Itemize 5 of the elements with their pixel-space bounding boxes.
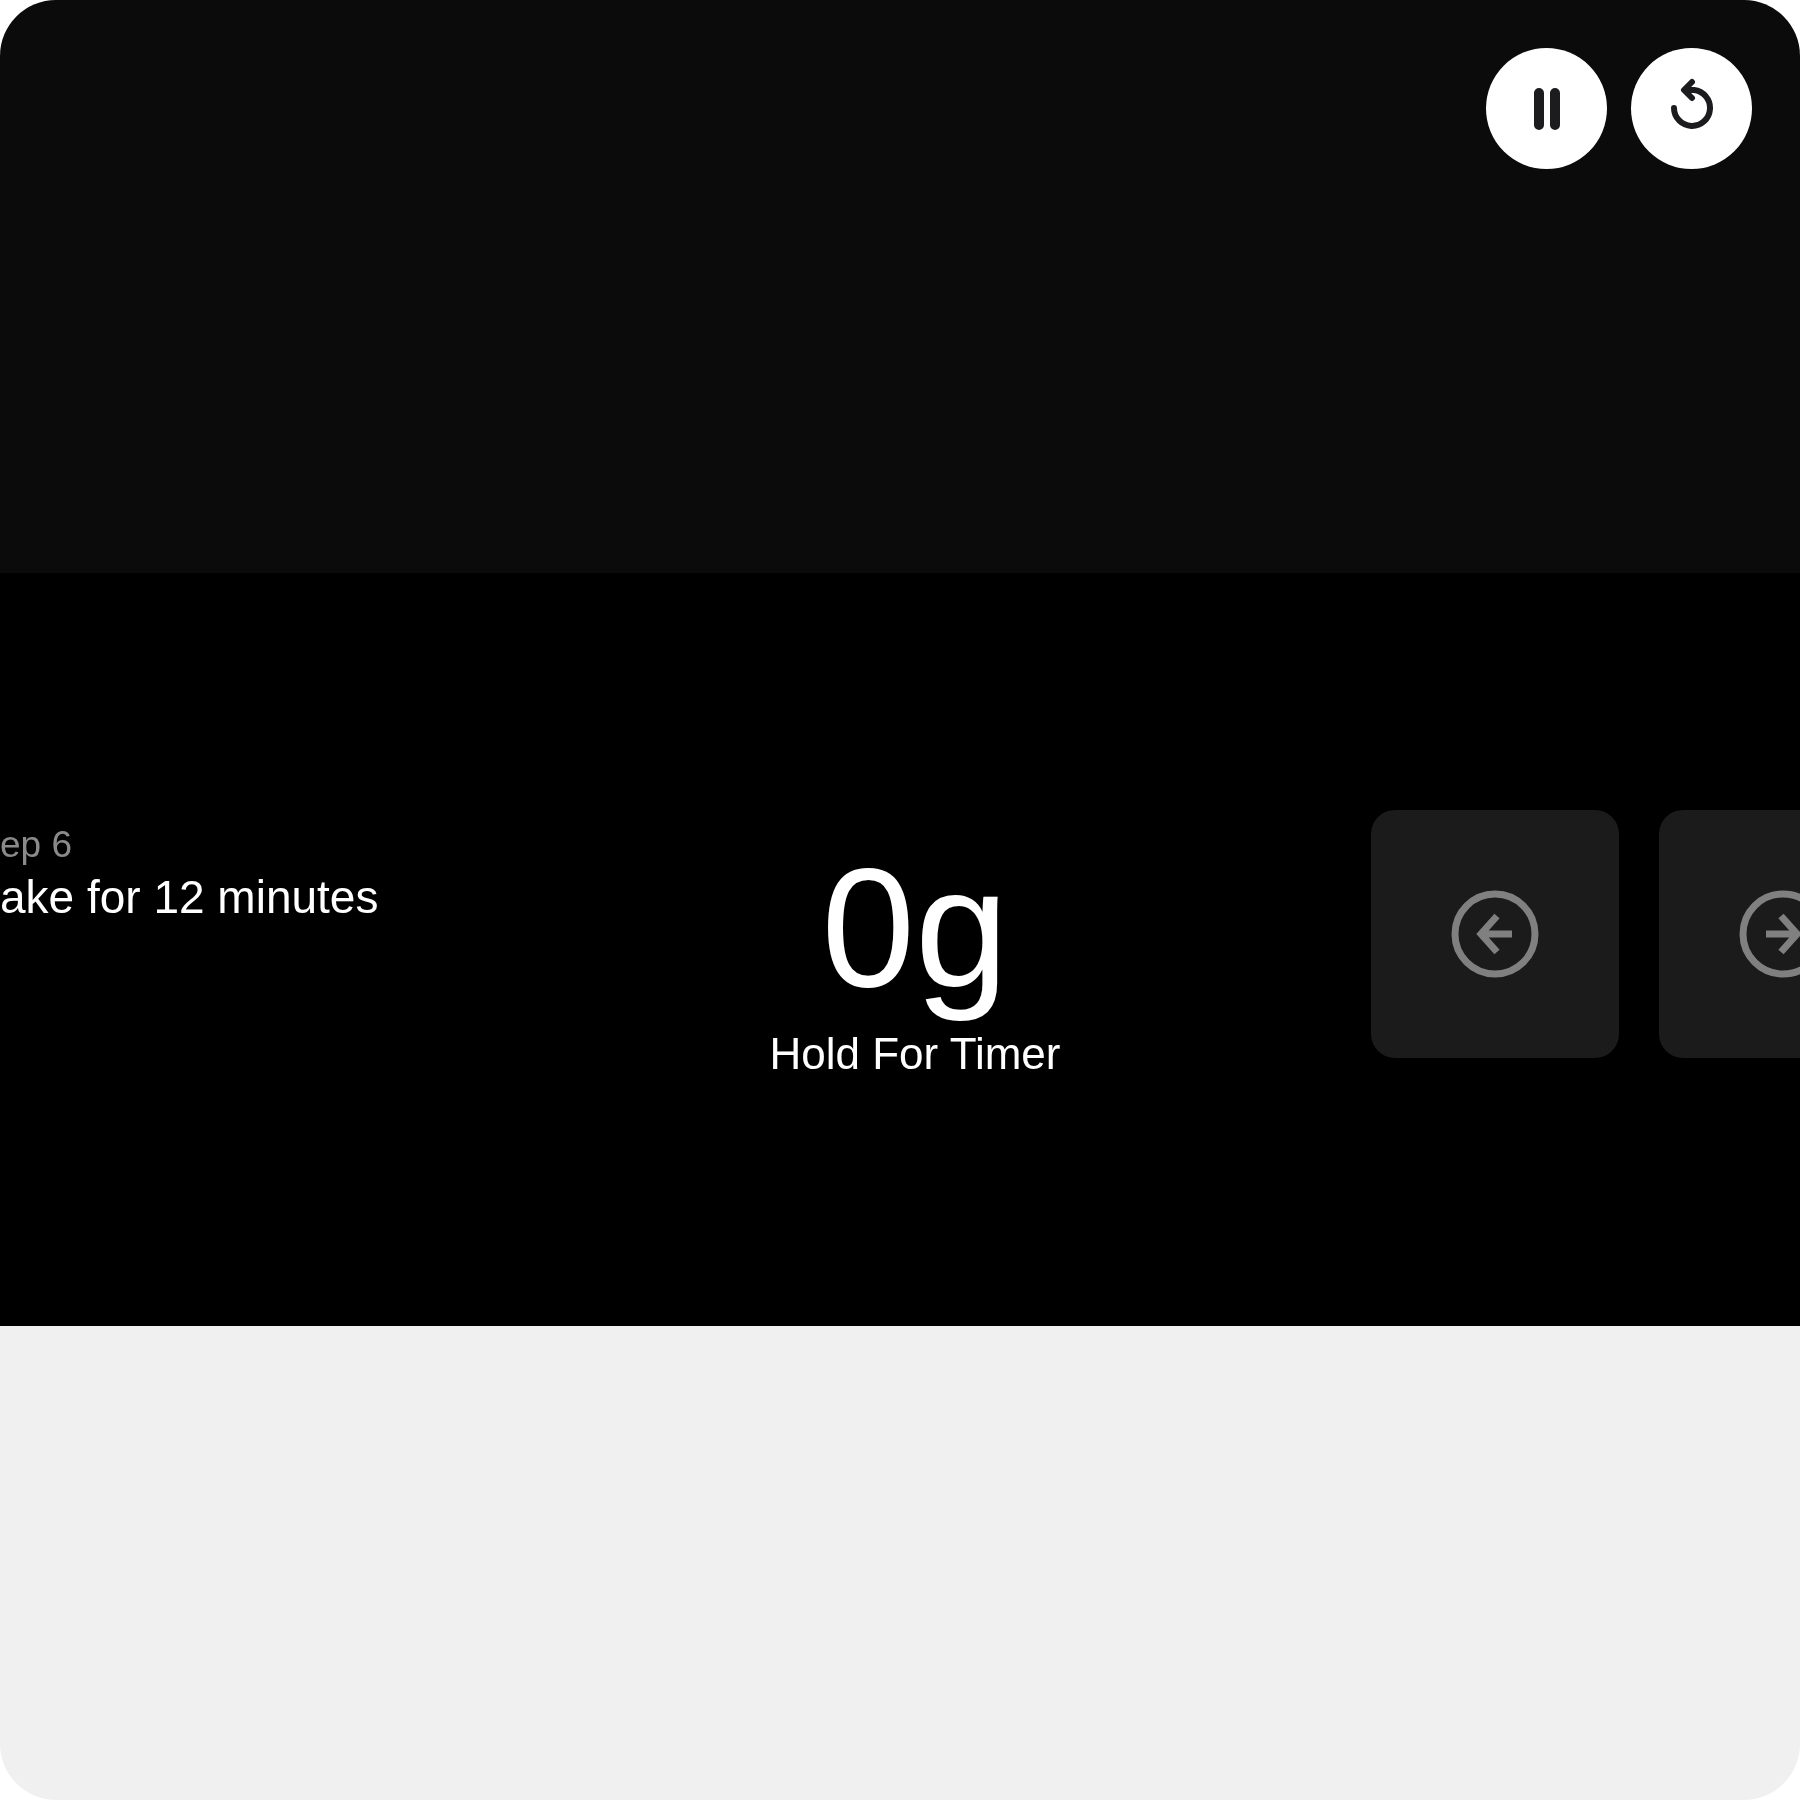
step-label: ep 6 — [0, 823, 72, 867]
previous-button[interactable] — [1371, 810, 1619, 1058]
step-instruction: ake for 12 minutes — [0, 870, 379, 925]
left-arrow-circle-icon — [1451, 890, 1539, 978]
hold-hint: Hold For Timer — [769, 1028, 1061, 1080]
